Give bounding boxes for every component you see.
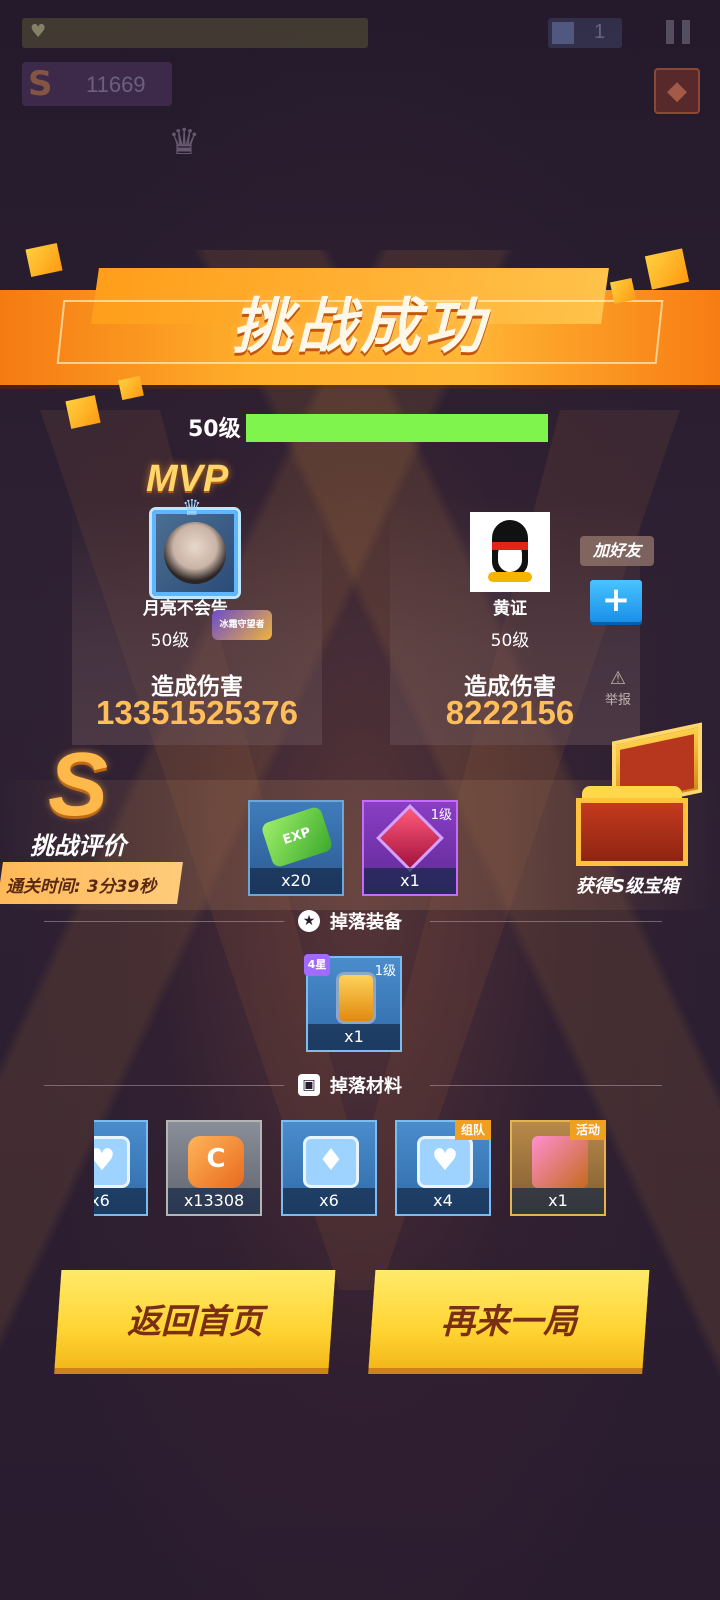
player-name: 黄证 — [493, 599, 527, 619]
material-item[interactable]: 组队 x4 — [395, 1120, 491, 1216]
card-icon — [552, 22, 574, 44]
coin-icon: S — [28, 64, 53, 104]
reward-gem[interactable]: 1级 x1 — [362, 800, 458, 896]
rating-label: 挑战评价 — [30, 832, 126, 860]
pause-bar-icon — [666, 20, 674, 44]
mvp-label: MVP — [146, 458, 229, 500]
crown-icon: ♛ — [168, 122, 201, 163]
player-level: 50级 — [150, 631, 190, 651]
coin-counter: S 11669 — [22, 62, 172, 106]
material-item[interactable]: 活动 x1 — [510, 1120, 606, 1216]
coin-value: 11669 — [86, 72, 146, 97]
material-item[interactable]: x13308 — [166, 1120, 262, 1216]
level-label: 50级 — [188, 417, 241, 442]
item-counter-value: 1 — [594, 21, 606, 43]
pause-bar-icon — [682, 20, 690, 44]
gem-icon[interactable]: ◆ — [654, 68, 700, 114]
health-bar: ♥ — [22, 18, 368, 48]
chest-label: 获得S级宝箱 — [576, 876, 679, 897]
play-again-label: 再来一局 — [441, 1302, 577, 1342]
avatar-qq-penguin[interactable] — [470, 512, 550, 592]
crown-icon: ♛ — [182, 496, 202, 521]
level-progress-bar — [246, 414, 548, 442]
result-title: 挑战成功 — [232, 292, 488, 362]
materials-section-title: 掉落材料 — [330, 1076, 402, 1097]
reward-qty: x1 — [364, 868, 456, 894]
heart-crystal-icon — [94, 1136, 130, 1188]
s-grade-icon: S — [48, 735, 109, 835]
s-chest-icon[interactable] — [576, 722, 704, 866]
divider — [44, 1085, 284, 1086]
clear-time-text: 通关时间: 3分39秒 — [6, 877, 157, 897]
material-qty: x4 — [397, 1188, 489, 1214]
equipment-qty: x1 — [308, 1024, 400, 1050]
reward-qty: x20 — [250, 868, 342, 894]
sword-crystal-icon — [303, 1136, 359, 1188]
heart-icon: ♥ — [30, 21, 47, 42]
material-item[interactable]: x6 — [281, 1120, 377, 1216]
reward-exp[interactable]: EXP x20 — [248, 800, 344, 896]
material-qty: x6 — [283, 1188, 375, 1214]
avatar-photo — [164, 522, 226, 584]
report-button[interactable]: ⚠ 举报 — [598, 668, 638, 708]
divider — [430, 921, 662, 922]
chest-box — [576, 798, 688, 866]
material-qty: x13308 — [168, 1188, 260, 1214]
reward-level-tag: 1级 — [430, 808, 452, 823]
add-friend-button[interactable]: + — [590, 580, 642, 622]
material-qty: x6 — [94, 1188, 146, 1214]
materials-scroll-clip: x6 — [94, 1118, 150, 1220]
exp-gem-icon: EXP — [260, 805, 334, 869]
return-home-label: 返回首页 — [127, 1302, 263, 1342]
c-coin-icon — [188, 1136, 244, 1188]
star-rank-badge: 4星 — [304, 954, 330, 976]
material-qty: x1 — [512, 1188, 604, 1214]
equipment-level-tag: 1级 — [374, 964, 396, 979]
title-badge: 冰霜守望者 — [212, 610, 272, 640]
equipment-section-title: 掉落装备 — [330, 912, 402, 933]
damage-value: 13351525376 — [96, 694, 298, 731]
penguin-scarf — [492, 542, 528, 550]
penguin-feet — [488, 572, 532, 582]
team-tag: 组队 — [454, 1120, 491, 1140]
report-label: 举报 — [604, 693, 631, 708]
pause-button[interactable] — [656, 12, 700, 52]
treasure-chest-icon — [532, 1136, 588, 1188]
player-level: 50级 — [490, 631, 530, 651]
star-icon: ★ — [298, 910, 320, 932]
event-tag: 活动 — [569, 1120, 606, 1140]
lantern-icon — [336, 972, 376, 1024]
warning-icon: ⚠ — [609, 668, 627, 689]
heart-crystal-icon — [417, 1136, 473, 1188]
item-counter: 1 — [548, 18, 622, 48]
equipment-item[interactable]: 4星 1级 x1 — [304, 954, 402, 1052]
divider — [430, 1085, 662, 1086]
divider — [44, 921, 284, 922]
material-item[interactable]: x6 — [94, 1120, 148, 1216]
cube-icon: ▣ — [298, 1074, 320, 1096]
avatar[interactable]: ♛ — [152, 496, 238, 596]
add-friend-tooltip: 加好友 — [580, 536, 654, 566]
